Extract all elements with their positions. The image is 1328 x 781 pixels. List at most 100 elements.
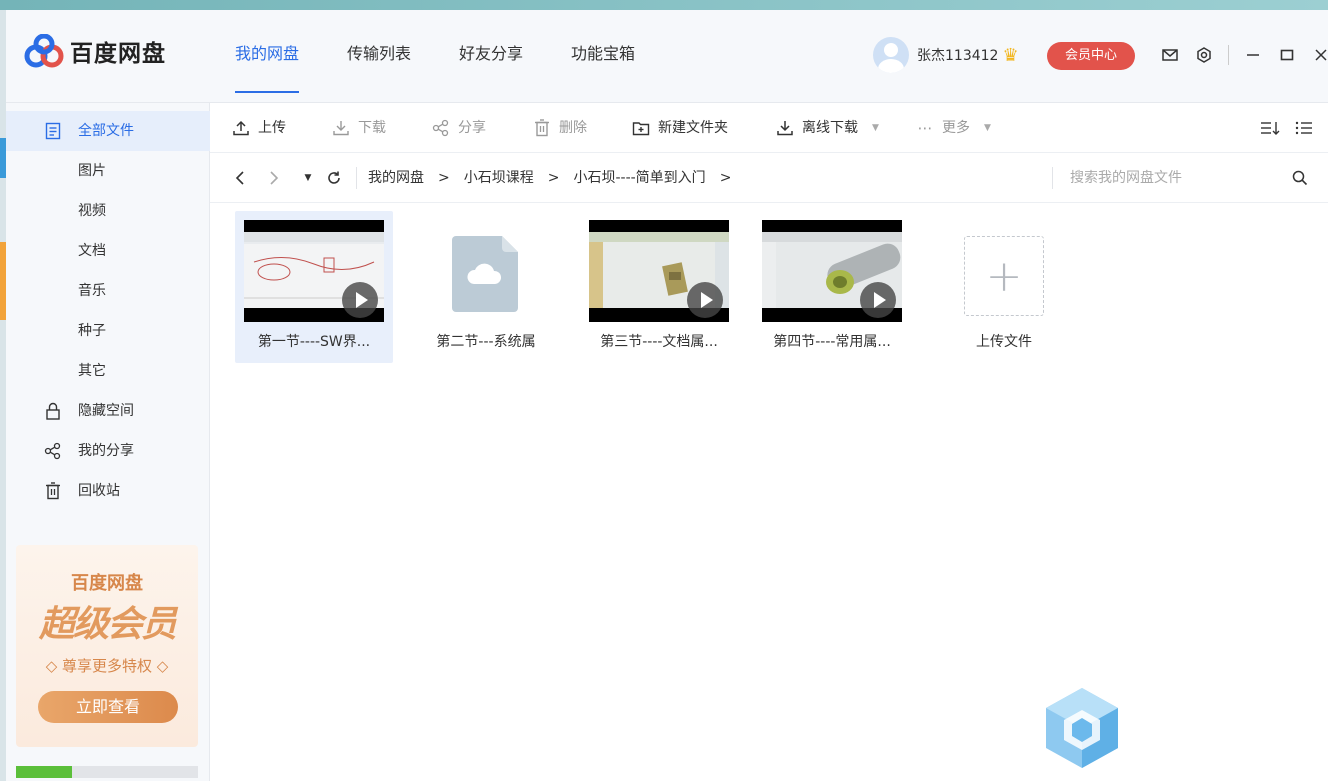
maximize-icon[interactable] (1277, 45, 1297, 65)
vip-promo-banner[interactable]: 百度网盘 超级会员 ◇ 尊享更多特权 ◇ 立即查看 (16, 545, 198, 747)
upload-button[interactable]: 上传 (232, 103, 286, 153)
delete-button[interactable]: 删除 (533, 103, 587, 153)
file-item[interactable]: 第四节----常用属... (753, 211, 911, 363)
breadcrumb-item[interactable]: 小石坝课程 (464, 153, 534, 203)
forward-icon[interactable] (264, 168, 284, 188)
main-nav: 我的网盘 传输列表 好友分享 功能宝箱 (235, 10, 683, 103)
offline-download-button[interactable]: 离线下载 ▼ (776, 103, 879, 153)
upload-file-item[interactable]: + 上传文件 (925, 211, 1083, 363)
download-icon (776, 119, 794, 137)
share-icon (432, 119, 450, 137)
file-name: 第四节----常用属... (773, 334, 891, 350)
storage-usage-fill (16, 766, 73, 778)
vip-center-button[interactable]: 会员中心 (1047, 42, 1135, 70)
minimize-icon[interactable] (1243, 45, 1263, 65)
sidebar: 全部文件 图片 视频 文档 音乐 种子 其它 隐藏空间 我的分享 回收站 百度网… (6, 103, 210, 781)
video-thumbnail (244, 220, 384, 322)
breadcrumb: 我的网盘 > 小石坝课程 > 小石坝----简单到入门 > (368, 153, 745, 203)
file-name: 第三节----文档属... (600, 334, 718, 350)
user-profile[interactable]: 张杰113412 ♛ (873, 37, 1019, 73)
sidebar-item-label: 视频 (78, 203, 106, 219)
sidebar-item-images[interactable]: 图片 (6, 151, 210, 191)
new-folder-button[interactable]: 新建文件夹 (632, 103, 728, 153)
tab-my-disk[interactable]: 我的网盘 (235, 10, 300, 103)
file-item[interactable]: 第三节----文档属... (580, 211, 738, 363)
search-icon[interactable] (1290, 168, 1310, 188)
more-dots-icon: ⋯ (917, 119, 933, 137)
tab-friend-share[interactable]: 好友分享 (459, 10, 523, 103)
file-item[interactable]: 第一节----SW界... (235, 211, 393, 363)
view-now-button[interactable]: 立即查看 (38, 691, 178, 723)
chevron-down-icon: ▼ (872, 123, 879, 133)
sidebar-item-videos[interactable]: 视频 (6, 191, 210, 231)
tab-toolbox[interactable]: 功能宝箱 (571, 10, 635, 103)
path-bar: ▼ 我的网盘 > 小石坝课程 > 小石坝----简单到入门 > (210, 153, 1328, 203)
trash-icon (43, 481, 63, 501)
username[interactable]: 张杰113412 (917, 45, 998, 65)
more-label: 更多 (942, 120, 970, 136)
divider (1052, 167, 1053, 189)
settings-icon[interactable] (1194, 45, 1214, 65)
sidebar-item-all-files[interactable]: 全部文件 (6, 111, 210, 151)
file-name: 上传文件 (976, 334, 1032, 350)
sidebar-item-label: 图片 (78, 163, 106, 179)
lock-icon (43, 401, 63, 421)
avatar[interactable] (873, 37, 909, 73)
breadcrumb-item[interactable]: 小石坝----简单到入门 (573, 153, 705, 203)
sidebar-item-music[interactable]: 音乐 (6, 271, 210, 311)
breadcrumb-separator: > (547, 170, 560, 186)
promo-headline: 超级会员 (38, 604, 177, 645)
delete-label: 删除 (559, 120, 587, 136)
download-icon (332, 119, 350, 137)
new-folder-icon (632, 119, 650, 137)
search-input[interactable] (1070, 163, 1310, 193)
sidebar-item-torrents[interactable]: 种子 (6, 311, 210, 351)
file-list-icon (43, 121, 63, 141)
download-button[interactable]: 下载 (332, 103, 386, 153)
breadcrumb-separator: > (719, 170, 732, 186)
app-window: 百度网盘 我的网盘 传输列表 好友分享 功能宝箱 张杰113412 ♛ 会员中心 (6, 10, 1328, 781)
list-view-icon[interactable] (1294, 118, 1314, 138)
video-thumbnail (762, 220, 902, 322)
cube-logo-icon (1046, 688, 1118, 768)
sidebar-item-other[interactable]: 其它 (6, 351, 210, 391)
desktop-background (0, 0, 1328, 10)
play-icon (687, 282, 723, 318)
file-name: 第一节----SW界... (257, 334, 371, 350)
share-label: 分享 (458, 120, 486, 136)
sidebar-item-hidden-space[interactable]: 隐藏空间 (6, 391, 210, 431)
sidebar-item-recycle-bin[interactable]: 回收站 (6, 471, 210, 511)
sidebar-item-documents[interactable]: 文档 (6, 231, 210, 271)
cloud-document-icon (452, 236, 518, 312)
play-icon (860, 282, 896, 318)
tab-transfer-list[interactable]: 传输列表 (347, 10, 411, 103)
divider (1228, 45, 1229, 65)
sidebar-item-my-shares[interactable]: 我的分享 (6, 431, 210, 471)
mail-icon[interactable] (1160, 45, 1180, 65)
download-label: 下载 (358, 120, 386, 136)
more-button[interactable]: ⋯ 更多 ▼ (916, 103, 991, 153)
sidebar-item-label: 我的分享 (78, 443, 134, 459)
back-icon[interactable] (230, 168, 250, 188)
refresh-icon[interactable] (324, 168, 344, 188)
window-controls (1160, 45, 1328, 65)
sidebar-item-label: 全部文件 (78, 123, 134, 139)
play-icon (342, 282, 378, 318)
close-icon[interactable] (1311, 45, 1328, 65)
breadcrumb-item[interactable]: 我的网盘 (368, 153, 424, 203)
sort-icon[interactable] (1260, 118, 1280, 138)
sidebar-item-label: 音乐 (78, 283, 106, 299)
file-item[interactable]: 第二节---系统属 (407, 211, 565, 363)
storage-usage-bar[interactable] (16, 766, 198, 778)
sidebar-item-label: 文档 (78, 243, 106, 259)
history-dropdown-icon[interactable]: ▼ (298, 168, 318, 188)
new-folder-label: 新建文件夹 (658, 120, 728, 136)
share-button[interactable]: 分享 (432, 103, 486, 153)
view-controls (1246, 118, 1314, 138)
share-icon (43, 441, 63, 461)
app-logo[interactable]: 百度网盘 (22, 34, 166, 68)
offline-download-label: 离线下载 (802, 120, 858, 136)
upload-label: 上传 (258, 120, 286, 136)
divider (356, 167, 357, 189)
sidebar-item-label: 回收站 (78, 483, 120, 499)
